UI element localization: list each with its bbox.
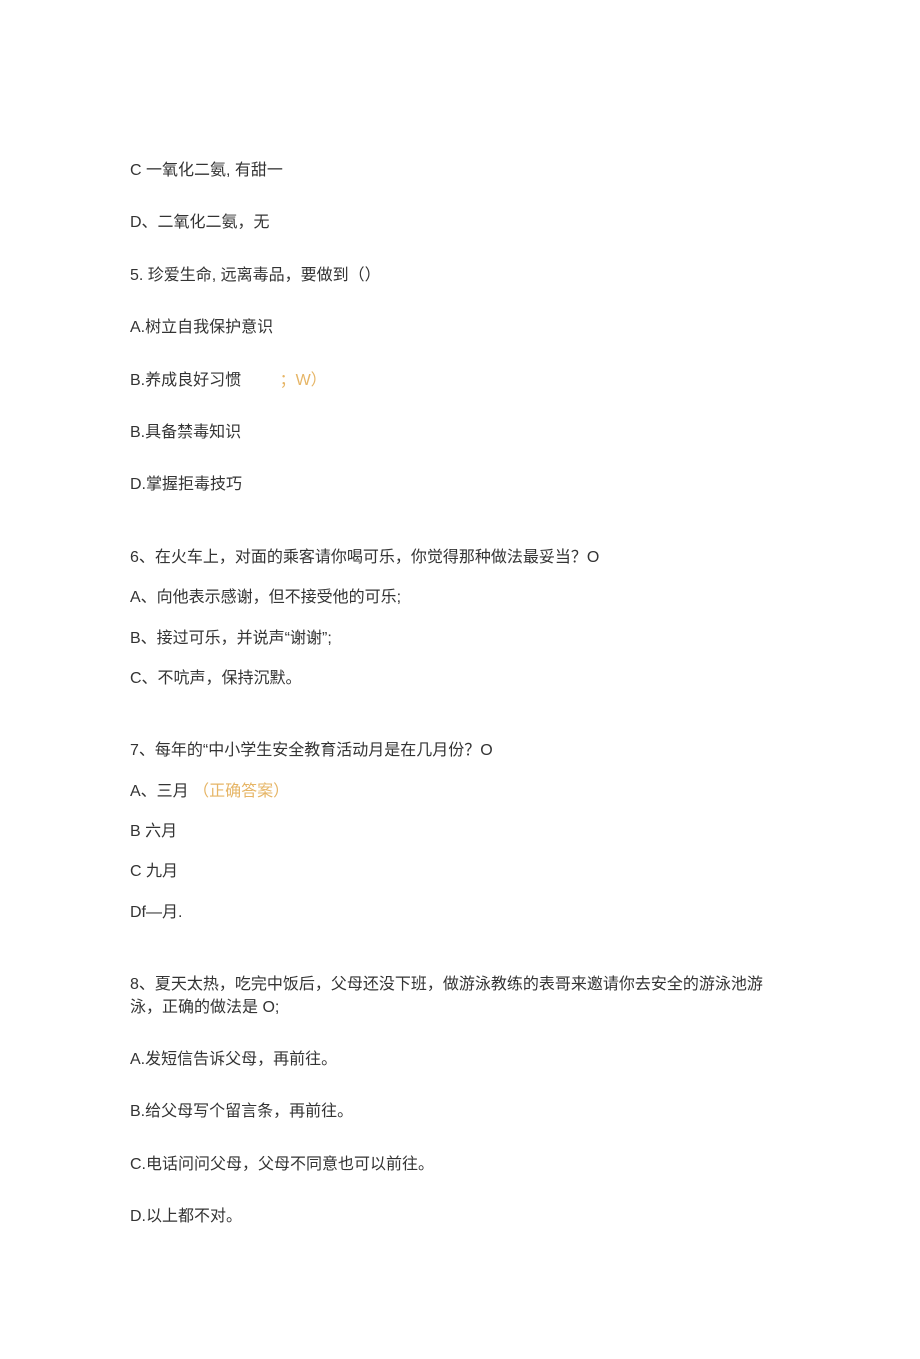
q5-option-d: D.掌握拒毒技巧 [130, 474, 790, 496]
q7-option-b: B 六月 [130, 821, 790, 843]
q7-option-d: Df—月. [130, 902, 790, 924]
q5-option-b-annotation: ；W） [280, 372, 327, 389]
q4-option-d: D、二氧化二氨，无 [130, 212, 790, 234]
q5-option-b2: B.具备禁毒知识 [130, 422, 790, 444]
q7-stem: 7、每年的“中小学生安全教育活动月是在几月份？O [130, 740, 790, 762]
q6-option-b: B、接过可乐，并说声“谢谢”; [130, 628, 790, 650]
q4-option-c: C 一氧化二氨, 有甜一 [130, 160, 790, 182]
q7-option-a-text: A、三月 [130, 783, 189, 800]
q7-option-c: C 九月 [130, 861, 790, 883]
q8-option-c: C.电话问问父母，父母不同意也可以前往。 [130, 1154, 790, 1176]
document-page: C 一氧化二氨, 有甜一 D、二氧化二氨，无 5. 珍爱生命, 远离毒品，要做到… [0, 0, 920, 1359]
q8-option-d: D.以上都不对。 [130, 1206, 790, 1228]
q5-stem: 5. 珍爱生命, 远离毒品，要做到（） [130, 265, 790, 287]
q5-option-a: A.树立自我保护意识 [130, 317, 790, 339]
q7-option-a-line: A、三月 （正确答案） [130, 781, 790, 803]
q5-option-b-line: B.养成良好习惯 ；W） [130, 370, 790, 392]
q6-stem: 6、在火车上，对面的乘客请你喝可乐，你觉得那种做法最妥当？O [130, 547, 790, 569]
q7-correct-answer-label: （正确答案） [193, 783, 289, 800]
q6-option-c: C、不吭声，保持沉默。 [130, 668, 790, 690]
q5-option-b-text: B.养成良好习惯 [130, 372, 241, 389]
q8-option-b: B.给父母写个留言条，再前往。 [130, 1101, 790, 1123]
q8-stem: 8、夏天太热，吃完中饭后，父母还没下班，做游泳教练的表哥来邀请你去安全的游泳池游… [130, 974, 790, 1019]
q8-option-a: A.发短信告诉父母，再前往。 [130, 1049, 790, 1071]
q6-option-a: A、向他表示感谢，但不接受他的可乐; [130, 587, 790, 609]
